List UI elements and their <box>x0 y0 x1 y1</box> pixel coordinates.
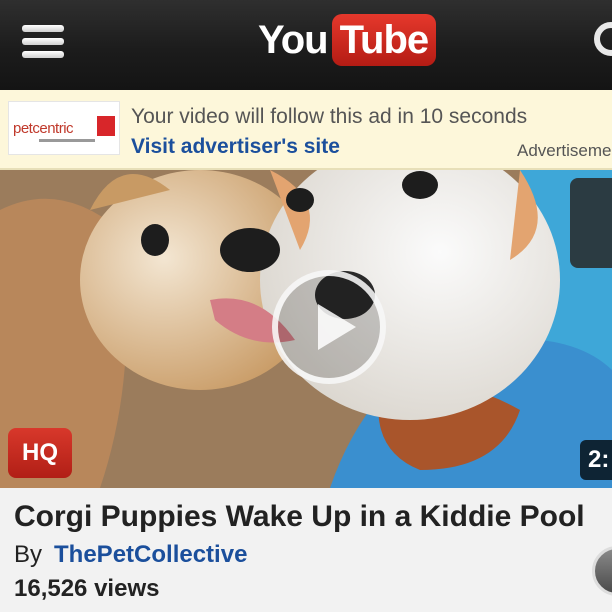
by-label: By <box>14 541 43 568</box>
play-icon[interactable] <box>272 270 386 384</box>
chevron-down-icon[interactable] <box>592 546 612 596</box>
video-duration: 2: <box>580 440 612 480</box>
next-video-handle[interactable] <box>570 178 612 268</box>
view-count: 16,526 views <box>14 575 160 602</box>
byline: By ThePetCollective <box>14 541 247 569</box>
ad-banner: petcentric Your video will follow this a… <box>0 90 612 170</box>
logo-you-text: You <box>258 18 329 62</box>
advertiser-logo-text: petcentric <box>13 120 74 137</box>
visit-advertiser-link[interactable]: Visit advertiser's site <box>131 135 340 159</box>
youtube-logo[interactable]: You Tube <box>258 12 437 68</box>
video-title: Corgi Puppies Wake Up in a Kiddie Pool <box>14 500 585 533</box>
logo-tube-text: Tube <box>331 14 437 66</box>
hq-badge[interactable]: HQ <box>8 428 72 478</box>
video-player[interactable]: HQ 2: <box>0 170 612 488</box>
top-bar: You Tube <box>0 0 612 90</box>
advertisement-label: Advertisement <box>517 141 612 160</box>
channel-link[interactable]: ThePetCollective <box>54 541 247 568</box>
menu-icon[interactable] <box>22 25 64 59</box>
advertiser-logo-tagline <box>39 139 95 142</box>
advertiser-logo-badge <box>97 116 115 136</box>
ad-countdown-message: Your video will follow this ad in 10 sec… <box>131 105 528 128</box>
advertiser-logo[interactable]: petcentric <box>8 101 120 155</box>
search-icon[interactable] <box>594 22 612 56</box>
